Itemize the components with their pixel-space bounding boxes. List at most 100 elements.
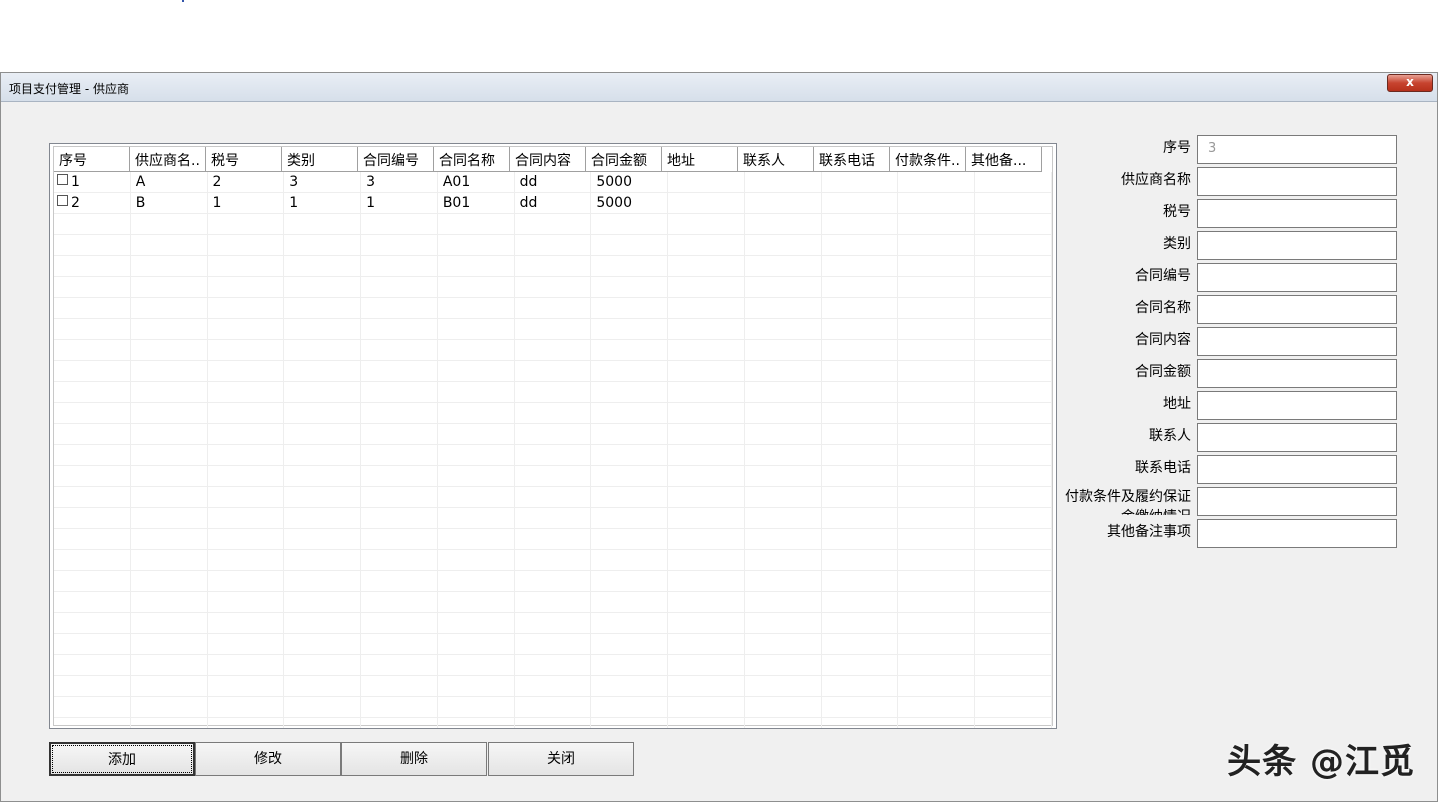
table-cell	[668, 676, 745, 697]
table-cell	[207, 634, 285, 655]
field-input[interactable]	[1197, 519, 1397, 548]
row-checkbox[interactable]	[57, 195, 68, 206]
table-cell	[668, 424, 745, 445]
table-cell	[668, 487, 745, 508]
table-cell	[514, 256, 592, 277]
column-header[interactable]: 类别	[282, 147, 358, 171]
table-cell	[821, 697, 899, 718]
field-input[interactable]	[1197, 455, 1397, 484]
field-label: 类别	[1163, 236, 1191, 252]
field-input[interactable]: 3	[1197, 135, 1397, 164]
field-input[interactable]	[1197, 423, 1397, 452]
table-cell	[54, 655, 131, 676]
table-cell	[514, 319, 592, 340]
table-cell	[975, 319, 1052, 340]
table-cell	[821, 277, 899, 298]
row-checkbox[interactable]	[57, 174, 68, 185]
column-header[interactable]: 合同金额	[586, 147, 662, 171]
table-row	[54, 508, 1052, 529]
column-header[interactable]: 付款条件..	[890, 147, 966, 171]
field-input[interactable]	[1197, 231, 1397, 260]
table-cell: 3	[361, 172, 438, 193]
column-header[interactable]: 合同名称	[434, 147, 510, 171]
edit-button[interactable]: 修改	[195, 742, 341, 776]
table-cell	[744, 361, 822, 382]
table-cell	[54, 277, 131, 298]
table-cell	[668, 172, 745, 193]
table-cell	[514, 445, 592, 466]
table-cell	[668, 382, 745, 403]
field-input[interactable]	[1197, 487, 1397, 516]
add-button[interactable]: 添加	[49, 742, 195, 776]
column-header[interactable]: 序号	[54, 147, 130, 171]
table-cell	[130, 550, 208, 571]
field-label: 合同金额	[1135, 364, 1191, 380]
table-cell	[284, 508, 362, 529]
field-input[interactable]	[1197, 295, 1397, 324]
table-row[interactable]: 2 B 1 1 1 B01 dd 5000	[54, 193, 1052, 214]
column-header[interactable]: 合同内容	[510, 147, 586, 171]
table-cell	[821, 634, 899, 655]
column-header[interactable]: 联系人	[738, 147, 814, 171]
delete-button[interactable]: 删除	[341, 742, 487, 776]
table-cell	[898, 424, 976, 445]
field-input[interactable]	[1197, 167, 1397, 196]
table-cell	[361, 655, 438, 676]
table-cell	[130, 319, 208, 340]
field-input[interactable]	[1197, 359, 1397, 388]
table-cell	[284, 718, 362, 728]
column-header[interactable]: 其他备...	[966, 147, 1042, 171]
table-row[interactable]: 1 A 2 3 3 A01 dd 5000	[54, 172, 1052, 193]
table-cell	[975, 508, 1052, 529]
table-cell	[514, 655, 592, 676]
table-cell	[361, 697, 438, 718]
table-row	[54, 424, 1052, 445]
table-cell	[898, 340, 976, 361]
cell-text: 3	[366, 174, 375, 190]
table-cell	[898, 466, 976, 487]
table-cell	[284, 277, 362, 298]
field-input[interactable]	[1197, 199, 1397, 228]
table-cell	[591, 256, 669, 277]
field-label: 合同内容	[1135, 332, 1191, 348]
table-cell	[514, 277, 592, 298]
cell-text: A	[135, 174, 146, 190]
table-cell	[591, 424, 669, 445]
title-bar: 项目支付管理 - 供应商 x	[1, 73, 1437, 102]
cell-text: 5000	[596, 195, 632, 211]
table-cell	[821, 466, 899, 487]
field-label: 联系人	[1149, 428, 1191, 444]
field-input[interactable]	[1197, 391, 1397, 420]
table-cell	[207, 361, 285, 382]
supplier-table[interactable]: 序号 供应商名.. 税号 类别 合同编号 合同名称 合同内容 合同金额 地址 联…	[49, 143, 1057, 729]
column-header[interactable]: 供应商名..	[130, 147, 206, 171]
table-cell	[744, 172, 822, 193]
table-cell	[744, 508, 822, 529]
table-cell	[361, 361, 438, 382]
table-cell	[744, 382, 822, 403]
table-cell	[591, 676, 669, 697]
table-cell	[591, 298, 669, 319]
field-input[interactable]	[1197, 327, 1397, 356]
table-cell	[514, 697, 592, 718]
table-cell	[130, 466, 208, 487]
table-cell	[898, 193, 976, 214]
table-cell	[744, 340, 822, 361]
column-header[interactable]: 合同编号	[358, 147, 434, 171]
table-cell	[130, 340, 208, 361]
column-header[interactable]: 联系电话	[814, 147, 890, 171]
table-cell	[207, 676, 285, 697]
column-header[interactable]: 税号	[206, 147, 282, 171]
field-input[interactable]	[1197, 263, 1397, 292]
table-cell	[668, 529, 745, 550]
table-cell	[514, 676, 592, 697]
table-cell	[898, 592, 976, 613]
table-cell	[975, 256, 1052, 277]
close-button[interactable]: 关闭	[488, 742, 634, 776]
form-row: 税号	[1061, 199, 1401, 229]
table-cell	[284, 256, 362, 277]
cell-text: 2	[212, 174, 222, 190]
close-window-button[interactable]: x	[1387, 74, 1433, 92]
column-header[interactable]: 地址	[662, 147, 738, 171]
table-cell	[591, 508, 669, 529]
